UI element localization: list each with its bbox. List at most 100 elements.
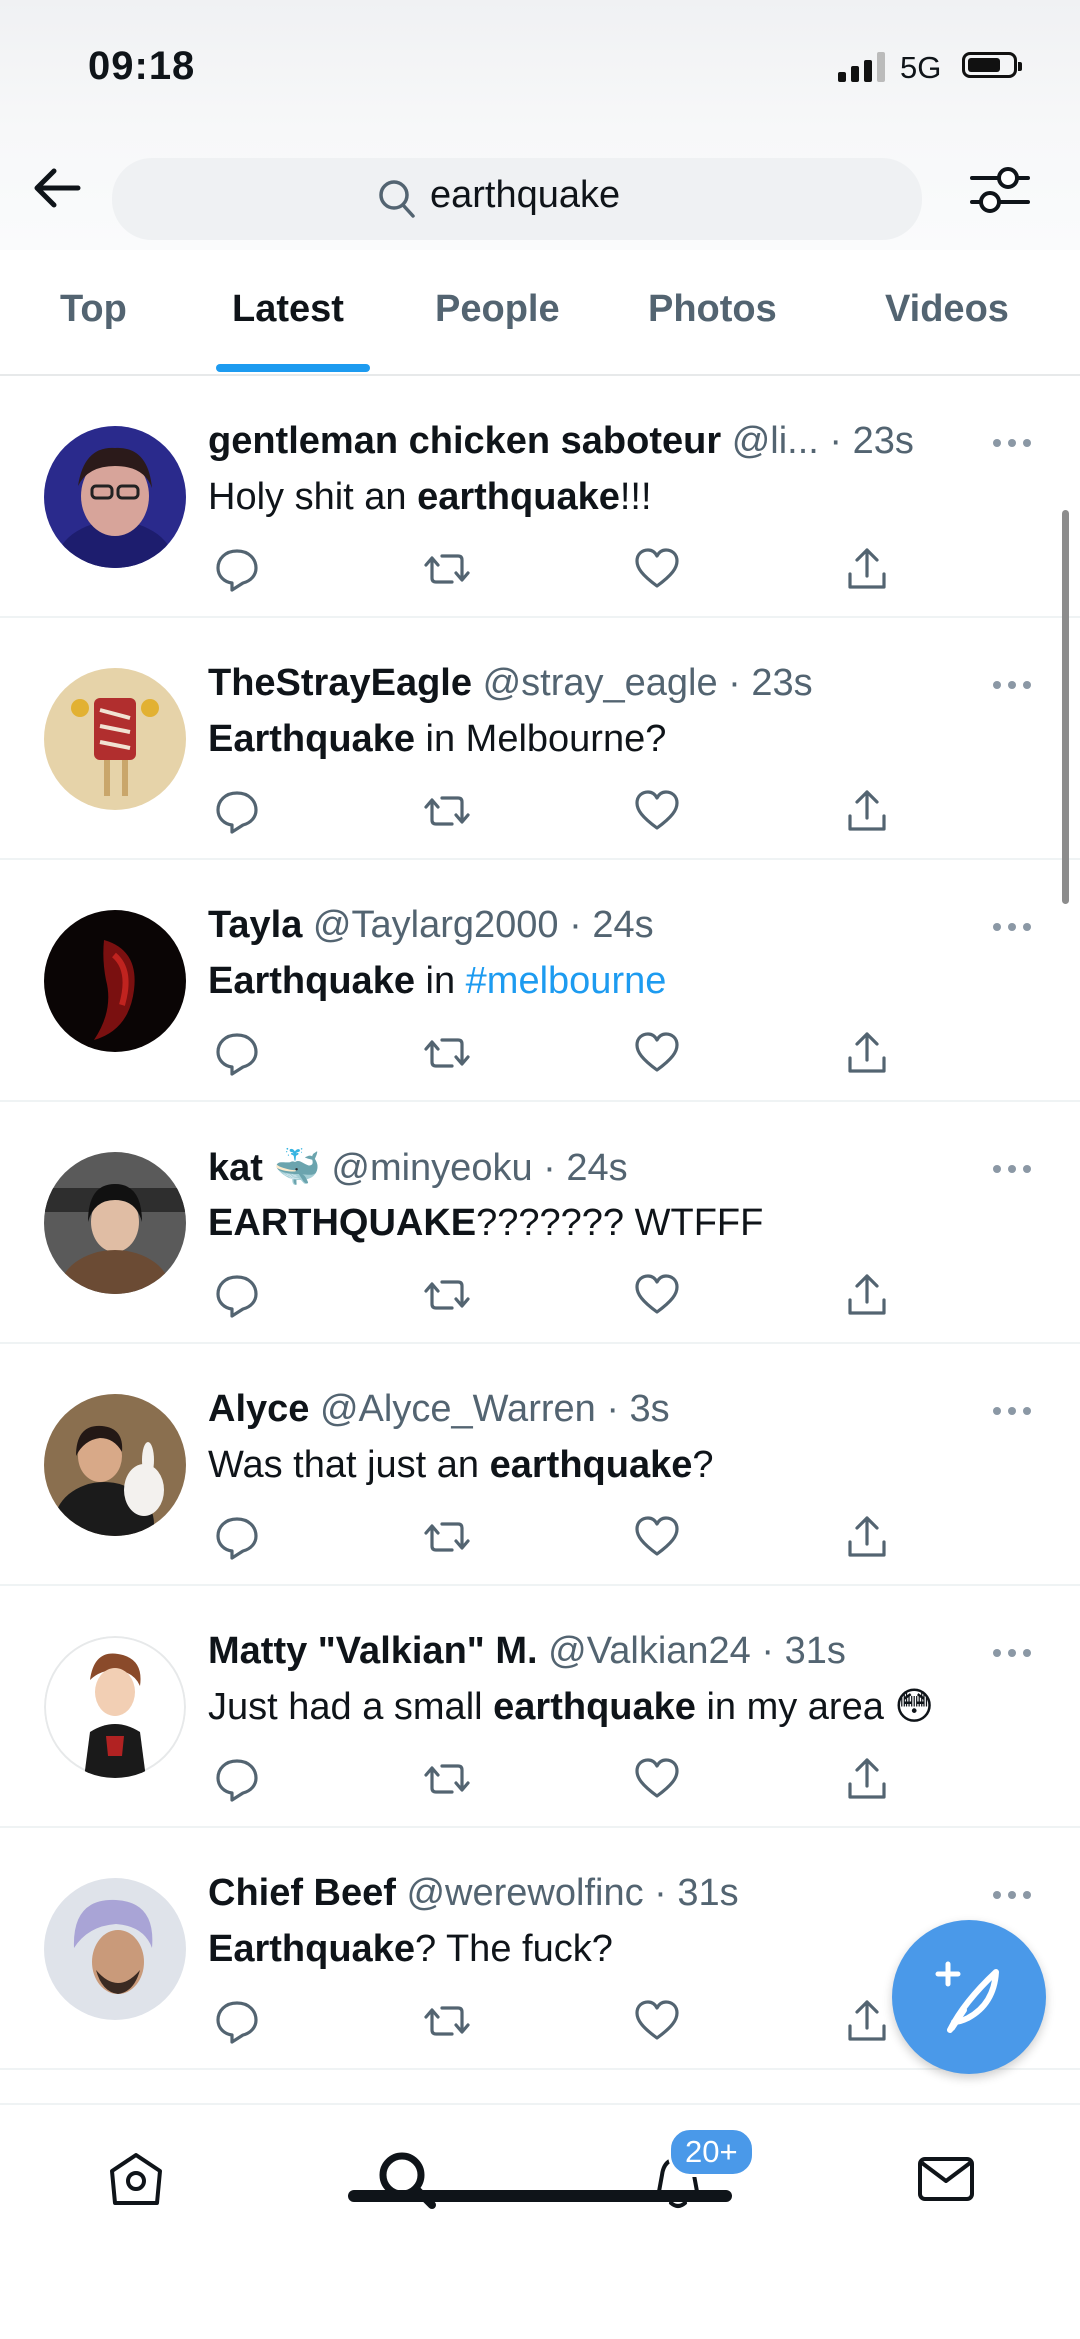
avatar[interactable] xyxy=(44,1394,186,1536)
signal-strength-icon xyxy=(838,52,885,82)
scrollbar[interactable] xyxy=(1062,510,1069,904)
tweet[interactable]: Alyce @Alyce_Warren · 3s Was that just a… xyxy=(0,1344,1080,1586)
tweet-text: Earthquake in Melbourne? xyxy=(208,718,667,760)
like-icon[interactable] xyxy=(632,1512,682,1562)
bottom-nav: 20+ xyxy=(0,2103,1080,2339)
more-options-icon[interactable] xyxy=(990,1888,1034,1902)
tweet-actions xyxy=(208,1512,908,1562)
battery-icon xyxy=(962,52,1022,78)
tweet-handle[interactable]: @Alyce_Warren xyxy=(320,1388,596,1430)
share-icon[interactable] xyxy=(842,1270,892,1320)
avatar[interactable] xyxy=(44,1878,186,2020)
home-icon[interactable] xyxy=(102,2145,170,2213)
like-icon[interactable] xyxy=(632,1270,682,1320)
back-arrow-icon[interactable] xyxy=(28,158,88,218)
reply-icon[interactable] xyxy=(212,1754,262,1804)
tweet-handle[interactable]: @Taylarg2000 xyxy=(313,904,559,946)
highlighted-keyword: earthquake xyxy=(417,476,620,518)
home-indicator[interactable] xyxy=(348,2190,732,2202)
share-icon[interactable] xyxy=(842,1996,892,2046)
tweet-handle[interactable]: @minyeoku xyxy=(331,1147,532,1189)
share-icon[interactable] xyxy=(842,1512,892,1562)
tweet[interactable]: kat 🐳 @minyeoku · 24s EARTHQUAKE??????? … xyxy=(0,1102,1080,1344)
tweet-author-name[interactable]: Tayla xyxy=(208,904,302,946)
tab-people[interactable]: People xyxy=(435,288,560,331)
more-options-icon[interactable] xyxy=(990,436,1034,450)
avatar[interactable] xyxy=(44,1636,186,1778)
tweet-actions xyxy=(208,1754,908,1804)
more-options-icon[interactable] xyxy=(990,1162,1034,1176)
tweet-time: 31s xyxy=(784,1630,846,1672)
retweet-icon[interactable] xyxy=(422,1512,472,1562)
messages-envelope-icon[interactable] xyxy=(912,2145,980,2213)
tweet[interactable]: Matty "Valkian" M. @Valkian24 · 31s Just… xyxy=(0,1586,1080,1828)
like-icon[interactable] xyxy=(632,544,682,594)
tab-videos[interactable]: Videos xyxy=(885,288,1009,331)
tweet-time: 31s xyxy=(677,1872,739,1914)
share-icon[interactable] xyxy=(842,1754,892,1804)
tweet[interactable]: Tayla @Taylarg2000 · 24s Earthquake in #… xyxy=(0,860,1080,1102)
more-options-icon[interactable] xyxy=(990,920,1034,934)
tweet-handle[interactable]: @stray_eagle xyxy=(483,662,718,704)
reply-icon[interactable] xyxy=(212,544,262,594)
more-options-icon[interactable] xyxy=(990,1404,1034,1418)
tab-photos[interactable]: Photos xyxy=(648,288,777,331)
tweet-text: Holy shit an earthquake!!! xyxy=(208,476,652,518)
tweet-actions xyxy=(208,1028,908,1078)
tweet-author-name[interactable]: kat xyxy=(208,1147,263,1189)
reply-icon[interactable] xyxy=(212,1996,262,2046)
share-icon[interactable] xyxy=(842,786,892,836)
like-icon[interactable] xyxy=(632,786,682,836)
tweet-time: 24s xyxy=(566,1147,628,1189)
tweet-actions xyxy=(208,1270,908,1320)
search-input[interactable]: earthquake xyxy=(112,158,922,240)
tweet-author-name[interactable]: gentleman chicken saboteur xyxy=(208,420,721,462)
avatar[interactable] xyxy=(44,1152,186,1294)
share-icon[interactable] xyxy=(842,544,892,594)
more-options-icon[interactable] xyxy=(990,678,1034,692)
tweet-handle[interactable]: @li... xyxy=(732,420,819,462)
like-icon[interactable] xyxy=(632,1754,682,1804)
tab-top[interactable]: Top xyxy=(60,288,127,331)
highlighted-keyword: earthquake xyxy=(493,1686,696,1728)
tweet-author-name[interactable]: Matty "Valkian" M. xyxy=(208,1630,538,1672)
reply-icon[interactable] xyxy=(212,1512,262,1562)
tweet-author-name[interactable]: Alyce xyxy=(208,1388,309,1430)
filter-icon[interactable] xyxy=(968,158,1032,222)
reply-icon[interactable] xyxy=(212,1028,262,1078)
avatar[interactable] xyxy=(44,426,186,568)
retweet-icon[interactable] xyxy=(422,1270,472,1320)
retweet-icon[interactable] xyxy=(422,1028,472,1078)
reply-icon[interactable] xyxy=(212,786,262,836)
like-icon[interactable] xyxy=(632,1028,682,1078)
tab-latest[interactable]: Latest xyxy=(232,288,344,331)
avatar[interactable] xyxy=(44,668,186,810)
explore-search-icon[interactable] xyxy=(372,2145,440,2213)
avatar[interactable] xyxy=(44,910,186,1052)
tweet[interactable]: TheStrayEagle @stray_eagle · 23s Earthqu… xyxy=(0,618,1080,860)
retweet-icon[interactable] xyxy=(422,1754,472,1804)
tweet-author-name[interactable]: Chief Beef xyxy=(208,1872,396,1914)
like-icon[interactable] xyxy=(632,1996,682,2046)
more-options-icon[interactable] xyxy=(990,1646,1034,1660)
retweet-icon[interactable] xyxy=(422,1996,472,2046)
highlighted-keyword: Earthquake xyxy=(208,960,415,1002)
share-icon[interactable] xyxy=(842,1028,892,1078)
compose-tweet-button[interactable] xyxy=(892,1920,1046,2074)
highlighted-keyword: Earthquake xyxy=(208,1928,415,1970)
tweet[interactable]: gentleman chicken saboteur @li... · 23s … xyxy=(0,376,1080,618)
tweet-handle[interactable]: @werewolfinc xyxy=(406,1872,643,1914)
network-type: 5G xyxy=(900,50,942,85)
retweet-icon[interactable] xyxy=(422,786,472,836)
tweet-handle[interactable]: @Valkian24 xyxy=(548,1630,751,1672)
reply-icon[interactable] xyxy=(212,1270,262,1320)
tweet-actions xyxy=(208,786,908,836)
tweet-actions xyxy=(208,544,908,594)
hashtag-link[interactable]: #melbourne xyxy=(466,960,667,1002)
tweet-feed: gentleman chicken saboteur @li... · 23s … xyxy=(0,376,1080,2070)
search-header: earthquake xyxy=(0,130,1080,250)
tweet-author-name[interactable]: TheStrayEagle xyxy=(208,662,472,704)
retweet-icon[interactable] xyxy=(422,544,472,594)
tweet-text: Earthquake in #melbourne xyxy=(208,960,667,1002)
tweet-text: EARTHQUAKE??????? WTFFF xyxy=(208,1202,764,1244)
